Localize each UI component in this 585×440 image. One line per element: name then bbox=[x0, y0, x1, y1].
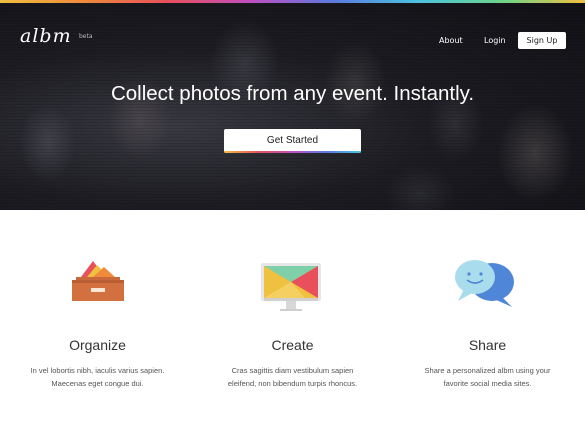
feature-title: Share bbox=[468, 337, 507, 353]
monitor-icon bbox=[261, 255, 321, 317]
get-started-label: Get Started bbox=[266, 135, 319, 146]
get-started-button[interactable]: Get Started bbox=[224, 129, 361, 153]
feature-desc-line: Maecenas eget congue dui. bbox=[51, 378, 144, 388]
feature-description: Share a personalized albm using your fav… bbox=[390, 365, 585, 390]
nav-about-link[interactable]: About bbox=[439, 36, 463, 45]
feature-desc-line: Cras sagittis diam vestibulum sapien bbox=[231, 366, 354, 375]
feature-title: Organize bbox=[69, 337, 126, 353]
feature-description: Cras sagittis diam vestibulum sapien ele… bbox=[195, 365, 390, 390]
feature-desc-line: Share a personalized albm using your bbox=[424, 366, 551, 375]
beta-badge: beta bbox=[79, 33, 93, 40]
hero-headline: Collect photos from any event. Instantly… bbox=[110, 82, 475, 105]
feature-desc-line: In vel lobortis nibh, iaculis varius sap… bbox=[30, 366, 165, 375]
feature-desc-line: eleifend, non bibendum turpis rhoncus. bbox=[227, 378, 358, 388]
chat-bubbles-icon bbox=[454, 255, 516, 315]
feature-desc-line: favorite social media sites. bbox=[443, 378, 532, 388]
sign-up-button[interactable]: Sign Up bbox=[518, 32, 566, 49]
drawer-icon bbox=[71, 255, 125, 307]
cta-rainbow-underline bbox=[224, 151, 361, 153]
feature-description: In vel lobortis nibh, iaculis varius sap… bbox=[0, 365, 195, 390]
hero-section: albm beta About Login Sign Up Collect ph… bbox=[0, 3, 585, 210]
albm-logo[interactable]: albm bbox=[20, 25, 72, 47]
nav-login-link[interactable]: Login bbox=[484, 36, 506, 45]
feature-title: Create bbox=[271, 337, 314, 353]
